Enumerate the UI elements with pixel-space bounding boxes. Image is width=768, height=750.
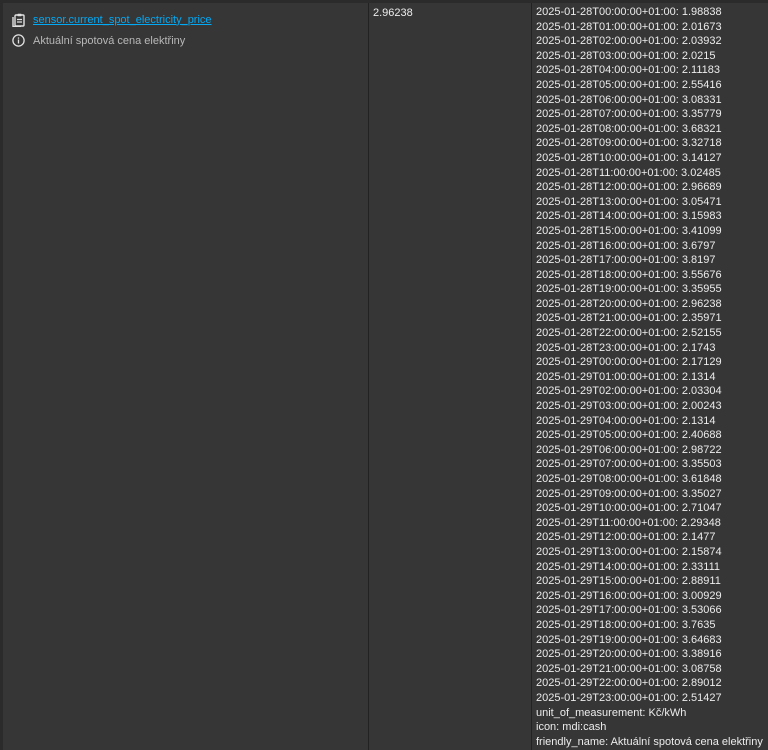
attribute-line: 2025-01-28T05:00:00+01:00: 2.55416 (536, 78, 768, 93)
attribute-line: 2025-01-29T19:00:00+01:00: 3.64683 (536, 633, 768, 648)
attribute-line: 2025-01-29T03:00:00+01:00: 2.00243 (536, 399, 768, 414)
attribute-line: 2025-01-29T15:00:00+01:00: 2.88911 (536, 574, 768, 589)
entity-row: sensor.current_spot_electricity_price Ak… (3, 3, 768, 750)
attribute-line: 2025-01-28T13:00:00+01:00: 3.05471 (536, 195, 768, 210)
attribute-line: friendly_name: Aktuální spotová cena ele… (536, 735, 768, 750)
attribute-line: 2025-01-29T20:00:00+01:00: 3.38916 (536, 647, 768, 662)
attribute-line: 2025-01-28T03:00:00+01:00: 2.0215 (536, 49, 768, 64)
attribute-line: 2025-01-29T07:00:00+01:00: 3.35503 (536, 457, 768, 472)
entity-column: sensor.current_spot_electricity_price Ak… (3, 3, 369, 750)
entity-id-line: sensor.current_spot_electricity_price (11, 9, 368, 30)
attribute-line: 2025-01-28T10:00:00+01:00: 3.14127 (536, 151, 768, 166)
attribute-line: 2025-01-28T21:00:00+01:00: 2.35971 (536, 311, 768, 326)
entity-name-line: Aktuální spotová cena elektřiny (11, 30, 368, 51)
attribute-line: 2025-01-29T05:00:00+01:00: 2.40688 (536, 428, 768, 443)
attribute-line: 2025-01-28T01:00:00+01:00: 2.01673 (536, 20, 768, 35)
state-value: 2.96238 (373, 7, 413, 19)
attribute-line: 2025-01-29T11:00:00+01:00: 2.29348 (536, 516, 768, 531)
attribute-line: 2025-01-28T00:00:00+01:00: 1.98838 (536, 5, 768, 20)
attribute-line: 2025-01-29T06:00:00+01:00: 2.98722 (536, 443, 768, 458)
attribute-line: 2025-01-28T02:00:00+01:00: 2.03932 (536, 34, 768, 49)
attribute-line: 2025-01-29T10:00:00+01:00: 2.71047 (536, 501, 768, 516)
attribute-line: 2025-01-29T23:00:00+01:00: 2.51427 (536, 691, 768, 706)
attribute-line: 2025-01-28T22:00:00+01:00: 2.52155 (536, 326, 768, 341)
attribute-line: 2025-01-29T18:00:00+01:00: 3.7635 (536, 618, 768, 633)
attribute-line: 2025-01-28T07:00:00+01:00: 3.35779 (536, 107, 768, 122)
attribute-line: 2025-01-29T09:00:00+01:00: 3.35027 (536, 487, 768, 502)
attribute-line: 2025-01-28T17:00:00+01:00: 3.8197 (536, 253, 768, 268)
attribute-line: 2025-01-28T16:00:00+01:00: 3.6797 (536, 239, 768, 254)
attribute-line: 2025-01-29T14:00:00+01:00: 2.33111 (536, 560, 768, 575)
attribute-line: icon: mdi:cash (536, 720, 768, 735)
attribute-line: 2025-01-29T13:00:00+01:00: 2.15874 (536, 545, 768, 560)
entity-id-link[interactable]: sensor.current_spot_electricity_price (33, 14, 212, 26)
attribute-line: 2025-01-28T19:00:00+01:00: 3.35955 (536, 282, 768, 297)
attribute-line: 2025-01-28T20:00:00+01:00: 2.96238 (536, 297, 768, 312)
attribute-line: 2025-01-29T00:00:00+01:00: 2.17129 (536, 355, 768, 370)
attribute-line: 2025-01-29T17:00:00+01:00: 3.53066 (536, 603, 768, 618)
attribute-line: 2025-01-28T15:00:00+01:00: 3.41099 (536, 224, 768, 239)
attribute-line: 2025-01-29T04:00:00+01:00: 2.1314 (536, 414, 768, 429)
attribute-line: 2025-01-29T08:00:00+01:00: 3.61848 (536, 472, 768, 487)
attribute-line: 2025-01-28T09:00:00+01:00: 3.32718 (536, 136, 768, 151)
clipboard-text-icon[interactable] (11, 13, 25, 27)
state-column: 2.96238 (369, 3, 532, 750)
attribute-line: 2025-01-28T12:00:00+01:00: 2.96689 (536, 180, 768, 195)
attribute-line: 2025-01-29T21:00:00+01:00: 3.08758 (536, 662, 768, 677)
attribute-line: 2025-01-29T12:00:00+01:00: 2.1477 (536, 530, 768, 545)
attribute-line: 2025-01-28T06:00:00+01:00: 3.08331 (536, 93, 768, 108)
information-outline-icon[interactable] (11, 34, 25, 48)
attribute-line: unit_of_measurement: Kč/kWh (536, 706, 768, 721)
attributes-column: 2025-01-28T00:00:00+01:00: 1.988382025-0… (532, 3, 768, 750)
attribute-line: 2025-01-28T08:00:00+01:00: 3.68321 (536, 122, 768, 137)
attribute-line: 2025-01-28T04:00:00+01:00: 2.11183 (536, 63, 768, 78)
attribute-line: 2025-01-29T16:00:00+01:00: 3.00929 (536, 589, 768, 604)
attribute-line: 2025-01-29T01:00:00+01:00: 2.1314 (536, 370, 768, 385)
entity-friendly-name: Aktuální spotová cena elektřiny (33, 35, 185, 47)
attribute-line: 2025-01-28T14:00:00+01:00: 3.15983 (536, 209, 768, 224)
attribute-line: 2025-01-28T11:00:00+01:00: 3.02485 (536, 166, 768, 181)
attribute-line: 2025-01-29T22:00:00+01:00: 2.89012 (536, 676, 768, 691)
attribute-line: 2025-01-29T02:00:00+01:00: 2.03304 (536, 384, 768, 399)
attribute-line: 2025-01-28T18:00:00+01:00: 3.55676 (536, 268, 768, 283)
attribute-line: 2025-01-28T23:00:00+01:00: 2.1743 (536, 341, 768, 356)
